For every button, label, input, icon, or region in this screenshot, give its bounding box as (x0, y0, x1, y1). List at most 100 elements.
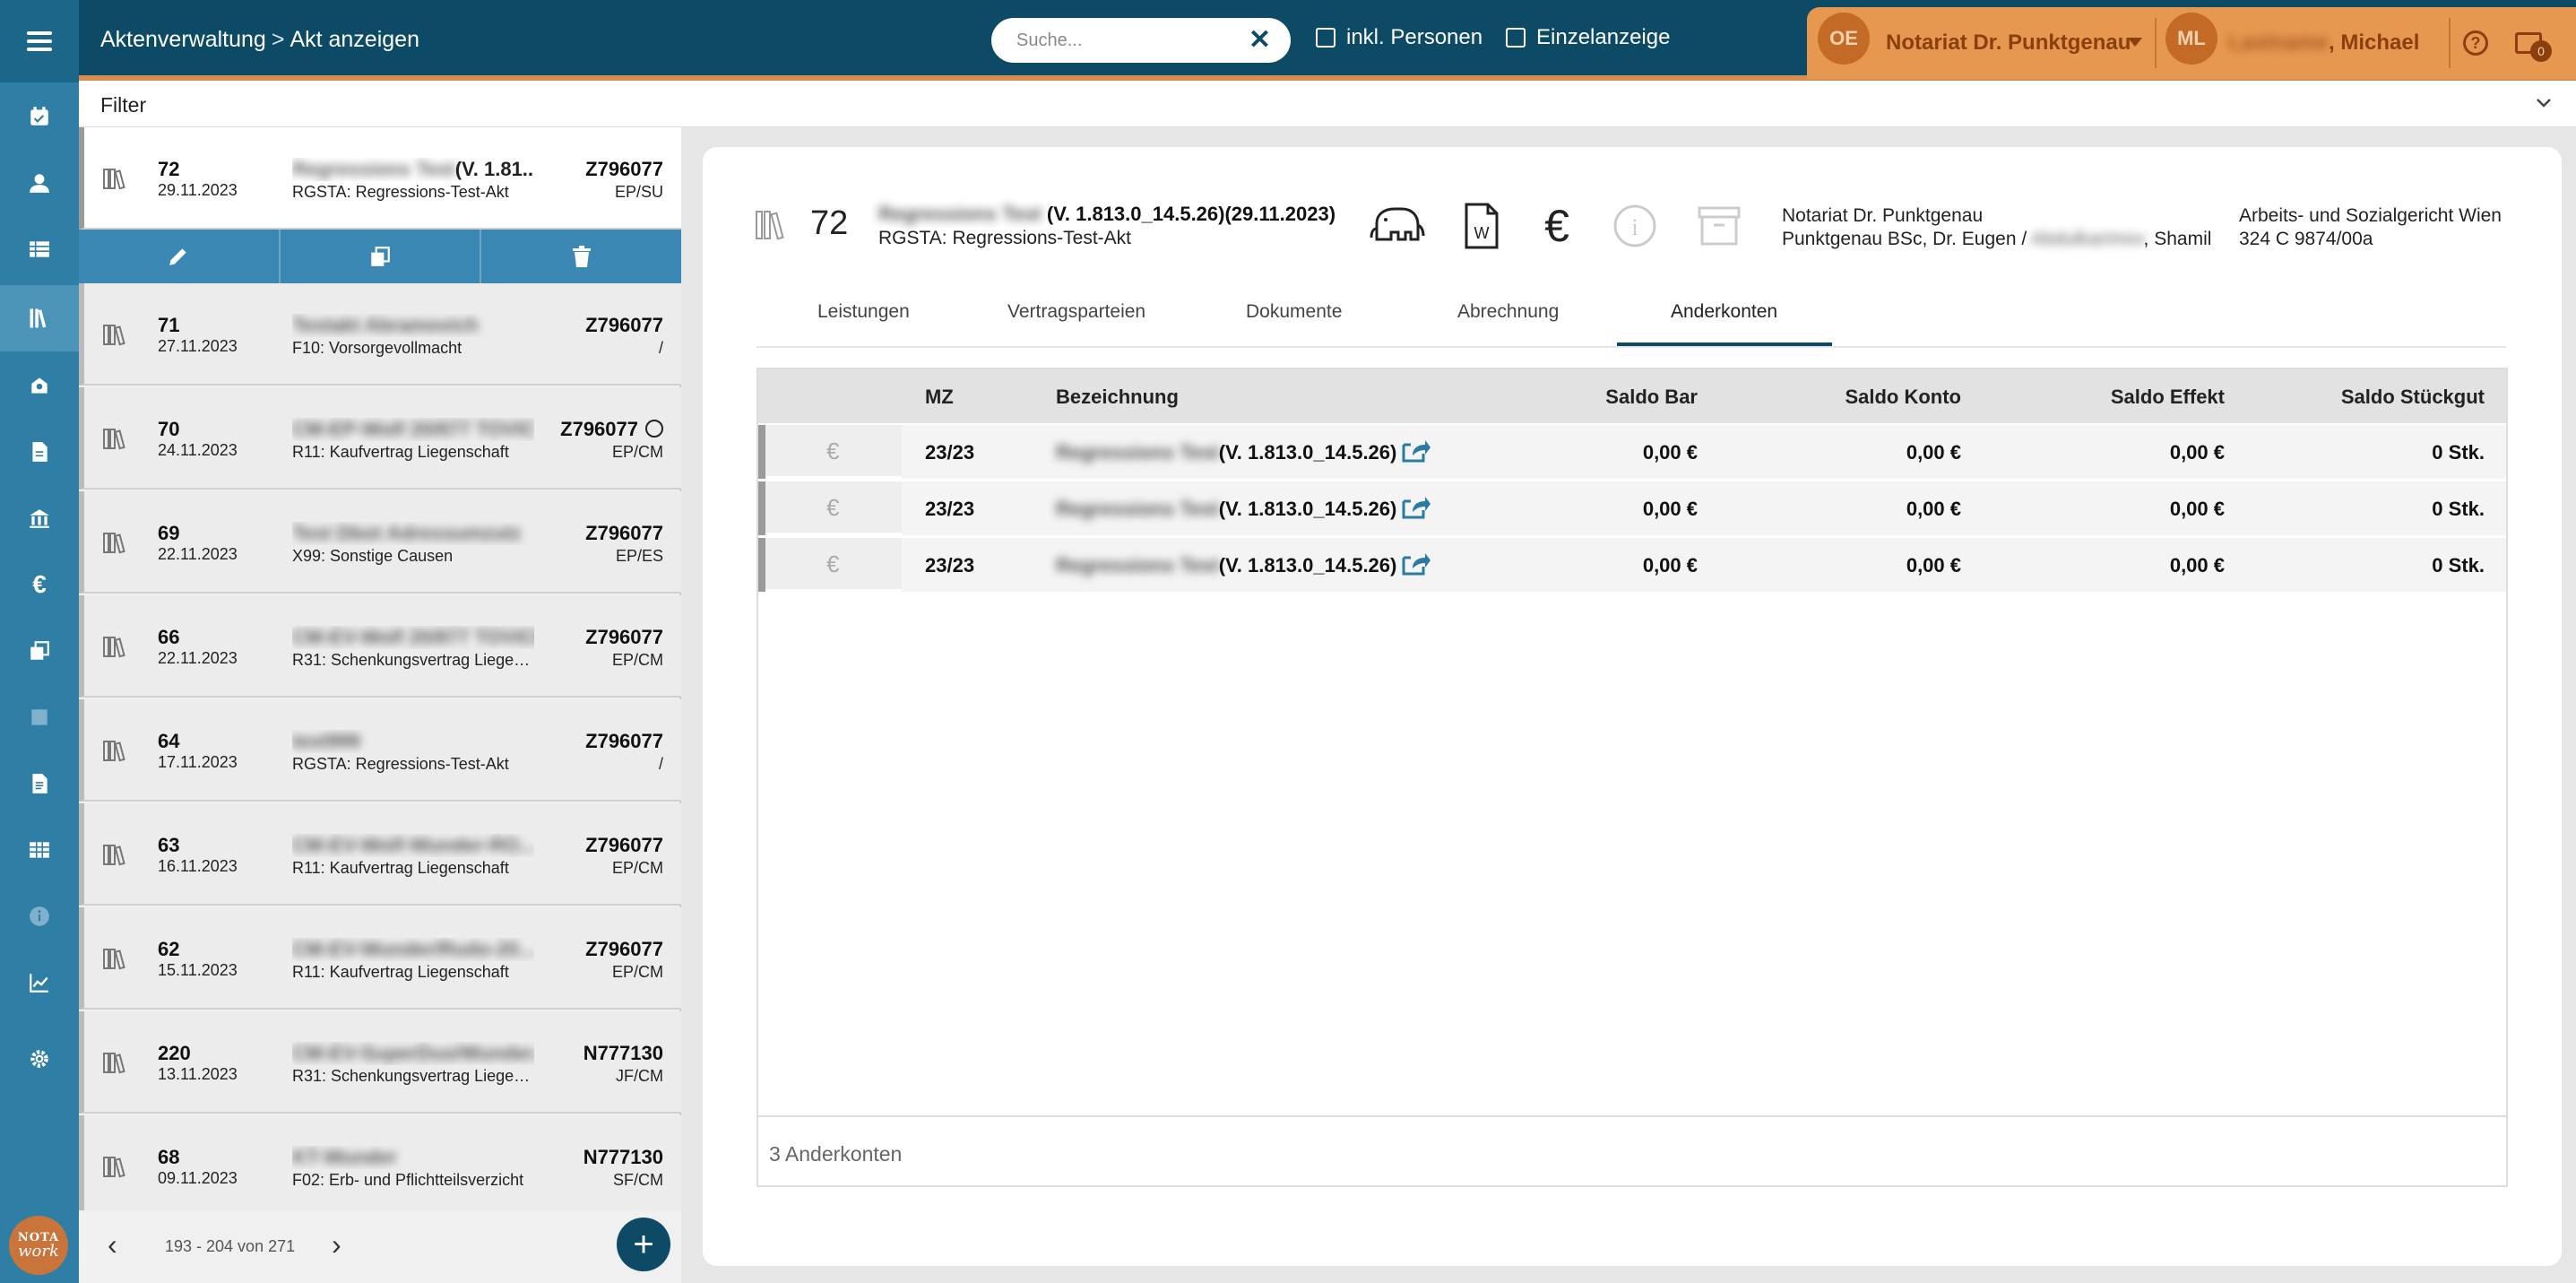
akt-code: EP/ES (615, 547, 663, 565)
column-header-saldo-stueckgut[interactable]: Saldo Stückgut (2341, 386, 2485, 409)
org-selector[interactable]: Notariat Dr. Punktgenau (1886, 30, 2131, 56)
akt-code: EP/CM (611, 651, 663, 669)
notariat-persons: Punktgenau BSc, Dr. Eugen / Abdulkarimov… (1782, 228, 2211, 251)
list-item[interactable]: 63 16.11.2023 CM-EV-Wolf-Wunder-RO... R11: … (79, 803, 681, 906)
bank-icon[interactable] (26, 372, 53, 399)
akt-type: R11: Kaufvertrag Liegenschaft (292, 859, 509, 877)
open-external-icon[interactable] (1400, 492, 1431, 521)
akt-z-number: N777130 (583, 1146, 663, 1168)
column-header-saldo-bar[interactable]: Saldo Bar (1605, 386, 1698, 409)
court-name: Arbeits- und Sozialgericht Wien (2239, 205, 2502, 226)
list-item[interactable]: 66 22.11.2023 CM-EV-Wolf 20/877 TOVICH R31:… (79, 595, 681, 698)
list-item[interactable]: 62 15.11.2023 CM-EV-Wunder/Rudo-20... R11: … (79, 907, 681, 1010)
checkbox-label: inkl. Personen (1346, 25, 1483, 49)
info-icon[interactable]: i (1610, 201, 1660, 251)
akt-type: RGSTA: Regressions-Test-Akt (292, 183, 509, 201)
column-header-bezeichnung[interactable]: Bezeichnung (1056, 386, 1179, 409)
institution-icon[interactable] (26, 505, 53, 532)
tab-abrechnung[interactable]: Abrechnung (1457, 301, 1559, 323)
archive-icon[interactable] (1694, 201, 1744, 251)
table-row[interactable]: €23/23 Regressions Test(V. 1.813.0_14.5.2… (758, 481, 2506, 535)
bezeichnung-redacted: Regressions Test (1056, 498, 1219, 520)
euro-icon[interactable]: € (1536, 201, 1578, 251)
org-avatar[interactable]: OE (1818, 13, 1870, 65)
table-row[interactable]: €23/23 Regressions Test(V. 1.813.0_14.5.2… (758, 538, 2506, 592)
menu-button[interactable] (0, 0, 79, 82)
grid-icon[interactable] (26, 837, 53, 863)
elephant-icon[interactable] (1368, 201, 1427, 251)
checkbox-inkl-personen[interactable]: inkl. Personen (1316, 25, 1482, 50)
column-header-saldo-konto[interactable]: Saldo Konto (1845, 386, 1961, 409)
list-item[interactable]: 64 17.11.2023 test999 RGSTA: Regressions-Te… (79, 699, 681, 802)
word-document-icon[interactable]: W (1461, 201, 1502, 251)
search-input[interactable] (1016, 29, 1240, 52)
page-range: 193 - 204 von 271 (165, 1237, 296, 1255)
books-icon (102, 739, 129, 762)
user-avatar[interactable]: ML (2165, 13, 2217, 65)
list-item[interactable]: 220 13.11.2023 CM-EV-SuperDuo/Wunder... R31… (79, 1011, 681, 1114)
list-item[interactable]: 71 27.11.2023 Testakt Abramovich F10: Vorso… (79, 283, 681, 386)
akt-number: 220 (158, 1042, 191, 1064)
tab-dokumente[interactable]: Dokumente (1246, 301, 1342, 323)
list-item[interactable]: 69 22.11.2023 Test Dbot Adressumzutz X99: S… (79, 491, 681, 594)
file-icon[interactable] (26, 770, 53, 797)
help-icon[interactable]: ? (2463, 30, 2488, 56)
document-icon[interactable] (26, 438, 53, 465)
cell-saldo-bar: 0,00 € (1642, 554, 1698, 576)
tab-anderkonten[interactable]: Anderkonten (1671, 301, 1777, 323)
list-item[interactable]: 72 29.11.2023 Regressions Test(V. 1.81... R… (79, 127, 681, 230)
akt-detail-card: 72 Regressions Test (V. 1.813.0_14.5.26)… (703, 147, 2562, 1266)
akt-type: R31: Schenkungsvertrag Liegen... (292, 651, 534, 669)
calendar-check-icon[interactable] (26, 103, 53, 130)
column-header-mz[interactable]: MZ (925, 386, 954, 409)
pencil-icon[interactable] (79, 230, 281, 283)
cell-bezeichnung: Regressions Test(V. 1.813.0_14.5.26) (1056, 441, 1396, 464)
list-item[interactable]: 70 24.11.2023 CM-EP-Wolf 20/877 TOVIC R11: … (79, 387, 681, 490)
table-icon[interactable] (26, 236, 53, 263)
gear-icon[interactable] (26, 1045, 53, 1072)
column-header-saldo-effekt[interactable]: Saldo Effekt (2111, 386, 2225, 409)
tab-leistungen[interactable]: Leistungen (817, 301, 910, 323)
akt-name-text: (V. 1.81... (454, 158, 534, 180)
akt-name: CM-EV-Wolf-Wunder-RO... (292, 834, 534, 857)
copy-icon[interactable] (26, 637, 53, 664)
person-icon[interactable] (26, 169, 53, 196)
list-item[interactable]: 68 09.11.2023 KT-Wunder F02: Erb- und Pflic… (79, 1115, 681, 1218)
anderkonten-count: 3 Anderkonten (769, 1142, 903, 1166)
chevron-down-icon[interactable] (2535, 93, 2553, 114)
open-external-icon[interactable] (1400, 436, 1431, 464)
akt-title-redacted: Regressions Test (878, 203, 1042, 225)
square-icon[interactable] (26, 704, 53, 731)
akt-name-redacted: Testakt Abramovich (292, 314, 479, 336)
checkbox-box[interactable] (1316, 28, 1336, 48)
euro-icon: € (826, 494, 840, 521)
notariat-persons-b: , Shamil (2143, 229, 2212, 249)
filter-bar[interactable]: Filter (79, 81, 2576, 127)
checkbox-einzelanzeige[interactable]: Einzelanzeige (1506, 25, 1670, 50)
euro-icon[interactable]: € (26, 571, 53, 598)
info-icon[interactable] (26, 903, 53, 930)
chart-icon[interactable] (26, 969, 53, 996)
akt-type: R11: Kaufvertrag Liegenschaft (292, 443, 509, 461)
cell-saldo-bar: 0,00 € (1642, 441, 1698, 464)
mail-icon[interactable]: 0 (2515, 32, 2552, 62)
checkbox-box[interactable] (1506, 28, 1526, 48)
tab-vertragsparteien[interactable]: Vertragsparteien (1007, 301, 1145, 323)
cell-saldo-bar: 0,00 € (1642, 498, 1698, 520)
breadcrumb-item-aktenverwaltung[interactable]: Aktenverwaltung (100, 27, 266, 52)
next-page-button[interactable]: › (332, 1228, 341, 1261)
trash-icon[interactable] (481, 230, 681, 283)
akt-date: 09.11.2023 (158, 1169, 238, 1187)
books-icon[interactable] (0, 285, 79, 351)
row-marker (758, 425, 765, 479)
open-external-icon[interactable] (1400, 549, 1431, 577)
copy-icon[interactable] (281, 230, 482, 283)
add-akt-button[interactable]: + (617, 1218, 670, 1271)
bezeichnung-text: (V. 1.813.0_14.5.26) (1218, 554, 1397, 576)
akt-type: F02: Erb- und Pflichtteilsverzicht (292, 1171, 524, 1189)
user-name[interactable]: Lastname, Michael (2228, 30, 2419, 56)
chevron-down-icon[interactable] (2128, 38, 2142, 47)
clear-search-icon[interactable]: ✕ (1249, 27, 1271, 54)
prev-page-button[interactable]: ‹ (108, 1228, 117, 1261)
table-row[interactable]: €23/23 Regressions Test(V. 1.813.0_14.5.2… (758, 425, 2506, 479)
